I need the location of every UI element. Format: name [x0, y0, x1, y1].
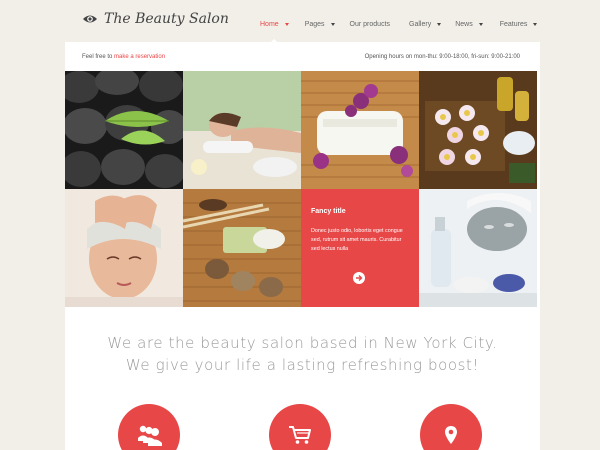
- chevron-down-icon: [478, 22, 483, 26]
- chevron-down-icon: [330, 22, 335, 26]
- chevron-down-icon: [284, 22, 289, 26]
- image-grid: Fancy title Donec justo odio, lobortis e…: [65, 71, 540, 308]
- opening-hours: Opening hours on mon-thu: 9:00-18:00, fr…: [364, 54, 520, 60]
- fancy-text: Donec justo odio, lobortis eget congue s…: [311, 228, 403, 252]
- feature-circle-team[interactable]: [118, 404, 180, 450]
- nav-item-home[interactable]: Home: [260, 18, 289, 44]
- nav-label: News: [455, 20, 473, 28]
- nav-item-news[interactable]: News: [455, 18, 483, 30]
- image-soaps[interactable]: [183, 189, 301, 307]
- image-face-mask[interactable]: [419, 189, 537, 307]
- content-panel: Feel free to make a reservation Opening …: [65, 42, 540, 450]
- reservation-link[interactable]: make a reservation: [114, 54, 165, 60]
- nav-item-features[interactable]: Features: [500, 18, 538, 30]
- nav-label: Home: [260, 20, 279, 28]
- main-nav: Home Pages Our products Gallery News Fea…: [250, 18, 538, 44]
- massage-image: [183, 71, 301, 189]
- towel-image: [301, 71, 419, 189]
- users-icon: [138, 425, 162, 446]
- reservation-prefix: Feel free to: [82, 54, 113, 60]
- tagline-line-2: We give your life a lasting refreshing b…: [125, 356, 480, 374]
- info-bar: Feel free to make a reservation Opening …: [65, 42, 540, 71]
- stones-image: [65, 71, 183, 189]
- tagline: We are the beauty salon based in New Yor…: [65, 332, 540, 376]
- tagline-line-1: We are the beauty salon based in New Yor…: [107, 334, 498, 352]
- nav-item-pages[interactable]: Pages: [305, 18, 335, 30]
- soaps-image: [183, 189, 301, 307]
- logo[interactable]: The Beauty Salon: [82, 11, 229, 27]
- reservation-note: Feel free to make a reservation: [82, 54, 165, 60]
- nav-label: Pages: [304, 20, 325, 28]
- nav-label: Our products: [349, 20, 391, 28]
- image-face-massage[interactable]: [65, 189, 183, 307]
- image-massage-woman[interactable]: [183, 71, 301, 189]
- face-massage-image: [65, 189, 183, 307]
- nav-label: Gallery: [409, 20, 432, 28]
- location-pin-icon: [445, 426, 457, 444]
- logo-text: The Beauty Salon: [104, 11, 229, 27]
- nav-item-our-products[interactable]: Our products: [350, 18, 390, 30]
- arrow-right-icon: [356, 275, 363, 281]
- fancy-card: Fancy title Donec justo odio, lobortis e…: [301, 189, 419, 307]
- nav-label: Features: [499, 20, 528, 28]
- feature-circle-shop[interactable]: [269, 404, 331, 450]
- chevron-down-icon: [437, 22, 442, 26]
- feature-circle-location[interactable]: [420, 404, 482, 450]
- fancy-more-button[interactable]: [353, 272, 365, 284]
- cart-icon: [289, 426, 311, 444]
- image-black-stones[interactable]: [65, 71, 183, 189]
- image-towel-orchids[interactable]: [301, 71, 419, 189]
- nav-item-gallery[interactable]: Gallery: [409, 18, 442, 30]
- face-mask-image: [419, 189, 537, 307]
- fancy-title: Fancy title: [311, 208, 346, 215]
- eye-icon: [83, 15, 97, 23]
- frangipani-image: [419, 71, 537, 189]
- site-header: The Beauty Salon Home Pages Our products…: [0, 0, 600, 44]
- chevron-down-icon: [533, 22, 538, 26]
- image-frangipani[interactable]: [419, 71, 537, 189]
